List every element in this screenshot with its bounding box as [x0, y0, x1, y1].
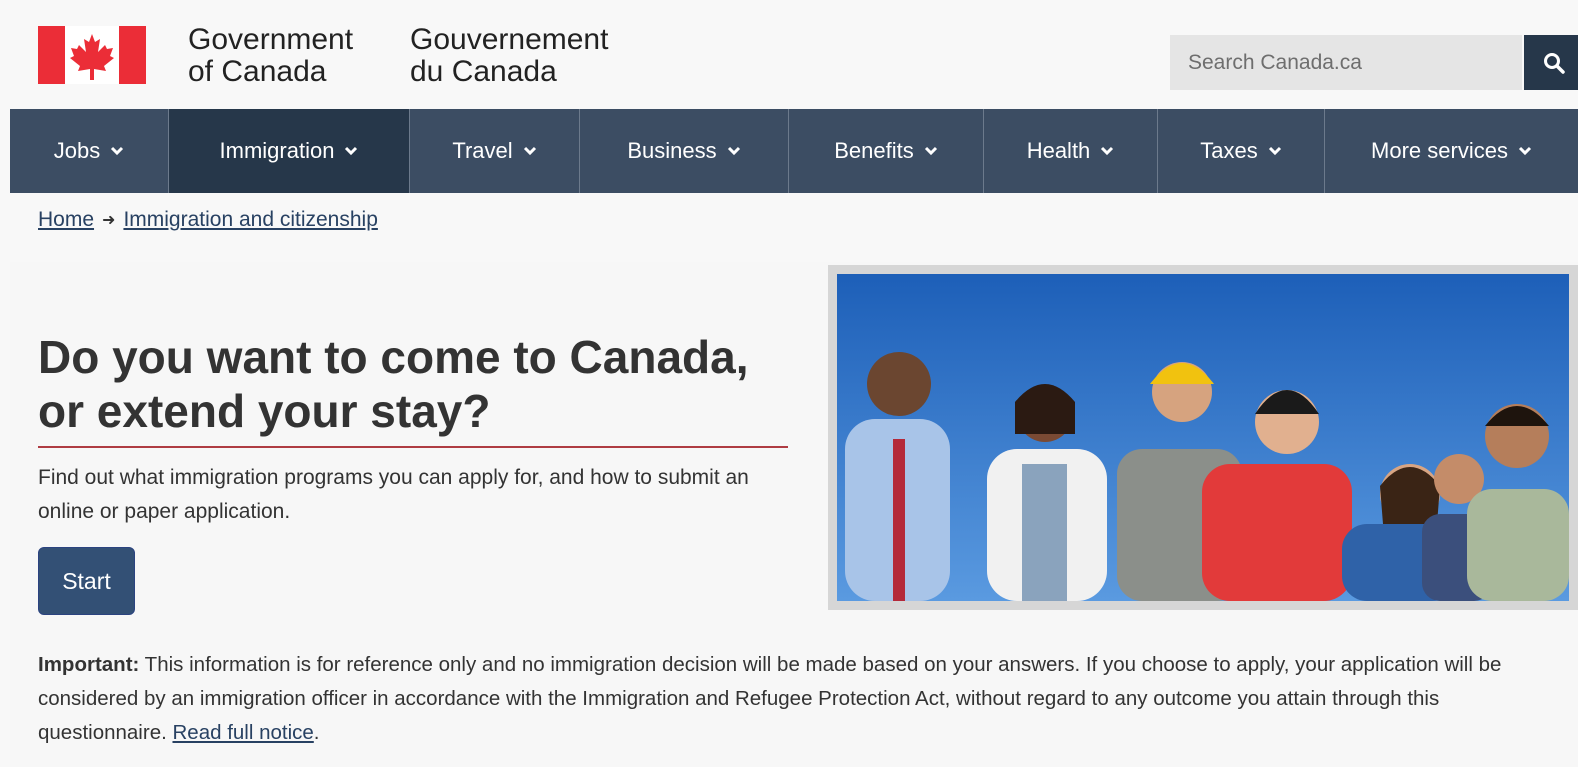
nav-item-immigration[interactable]: Immigration	[169, 109, 410, 193]
wordmark-en-line1: Government	[188, 23, 354, 56]
breadcrumb: Home ➜ Immigration and citizenship	[38, 208, 378, 232]
hero-illustration	[837, 274, 1569, 601]
search-input[interactable]	[1170, 35, 1522, 90]
nav-item-label: More services	[1371, 138, 1508, 163]
nav-item-taxes[interactable]: Taxes	[1158, 109, 1325, 193]
nav-item-jobs[interactable]: Jobs	[10, 109, 169, 193]
nav-item-benefits[interactable]: Benefits	[789, 109, 984, 193]
nav-item-label: Jobs	[53, 138, 101, 163]
main-nav: Jobs Immigration Travel Business Benefit…	[10, 109, 1578, 193]
breadcrumb-home-link[interactable]: Home	[38, 208, 94, 232]
nav-item-label: Health	[1026, 138, 1091, 163]
hero-image	[828, 265, 1578, 610]
search-icon	[1544, 52, 1565, 74]
important-end: .	[313, 721, 320, 744]
wordmark-english: Government of Canada	[188, 24, 353, 88]
start-button[interactable]: Start	[38, 547, 135, 615]
chevron-down-icon	[1268, 146, 1281, 156]
nav-item-more-services[interactable]: More services	[1325, 109, 1578, 193]
wordmark-en-line2: of Canada	[188, 55, 327, 88]
arrow-right-icon: ➜	[102, 212, 116, 229]
chevron-down-icon	[1518, 146, 1532, 156]
wordmark-fr-line1: Gouvernement	[410, 23, 609, 56]
page-title: Do you want to come to Canada, or extend…	[38, 331, 749, 437]
lead-paragraph: Find out what immigration programs you c…	[38, 466, 749, 523]
chevron-down-icon	[727, 146, 740, 156]
nav-item-label: Business	[627, 138, 717, 163]
wordmark-fr-line2: du Canada	[410, 55, 557, 88]
search-button[interactable]	[1524, 35, 1578, 90]
wordmark-french: Gouvernement du Canada	[410, 24, 608, 88]
important-label: Important:	[38, 653, 140, 676]
breadcrumb-immigration-link[interactable]: Immigration and citizenship	[123, 208, 377, 232]
nav-item-label: Taxes	[1200, 138, 1258, 163]
nav-item-label: Travel	[452, 138, 513, 163]
important-notice: Important: This information is for refer…	[38, 648, 1568, 750]
nav-item-label: Benefits	[834, 138, 914, 163]
chevron-down-icon	[1101, 146, 1114, 156]
chevron-down-icon	[345, 146, 358, 156]
read-full-notice-link[interactable]: Read full notice	[172, 721, 313, 744]
site-header: Government of Canada Gouvernement du Can…	[10, 8, 1578, 109]
chevron-down-icon	[924, 146, 937, 156]
nav-item-business[interactable]: Business	[580, 109, 789, 193]
nav-item-label: Immigration	[219, 138, 335, 163]
title-underline	[38, 446, 788, 448]
chevron-down-icon	[523, 146, 536, 156]
canada-flag-logo	[38, 26, 146, 84]
nav-item-health[interactable]: Health	[984, 109, 1158, 193]
chevron-down-icon	[111, 146, 124, 156]
nav-item-travel[interactable]: Travel	[410, 109, 580, 193]
